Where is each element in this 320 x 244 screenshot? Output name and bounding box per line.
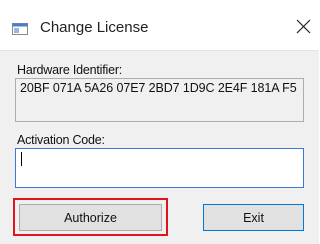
window-app-icon (12, 23, 28, 35)
activation-code-label: Activation Code: (17, 133, 105, 147)
hardware-identifier-label: Hardware Identifier: (17, 63, 123, 77)
hardware-identifier-field: 20BF 071A 5A26 07E7 2BD7 1D9C 2E4F 181A … (15, 78, 304, 122)
exit-button[interactable]: Exit (203, 204, 304, 231)
authorize-button[interactable]: Authorize (19, 204, 162, 231)
title-bar[interactable]: Change License (0, 0, 319, 51)
activation-code-input[interactable] (15, 148, 304, 188)
change-license-dialog: Change License Hardware Identifier: 20BF… (0, 0, 319, 244)
close-icon[interactable] (296, 19, 311, 34)
text-caret (21, 152, 22, 166)
window-title: Change License (40, 19, 149, 36)
